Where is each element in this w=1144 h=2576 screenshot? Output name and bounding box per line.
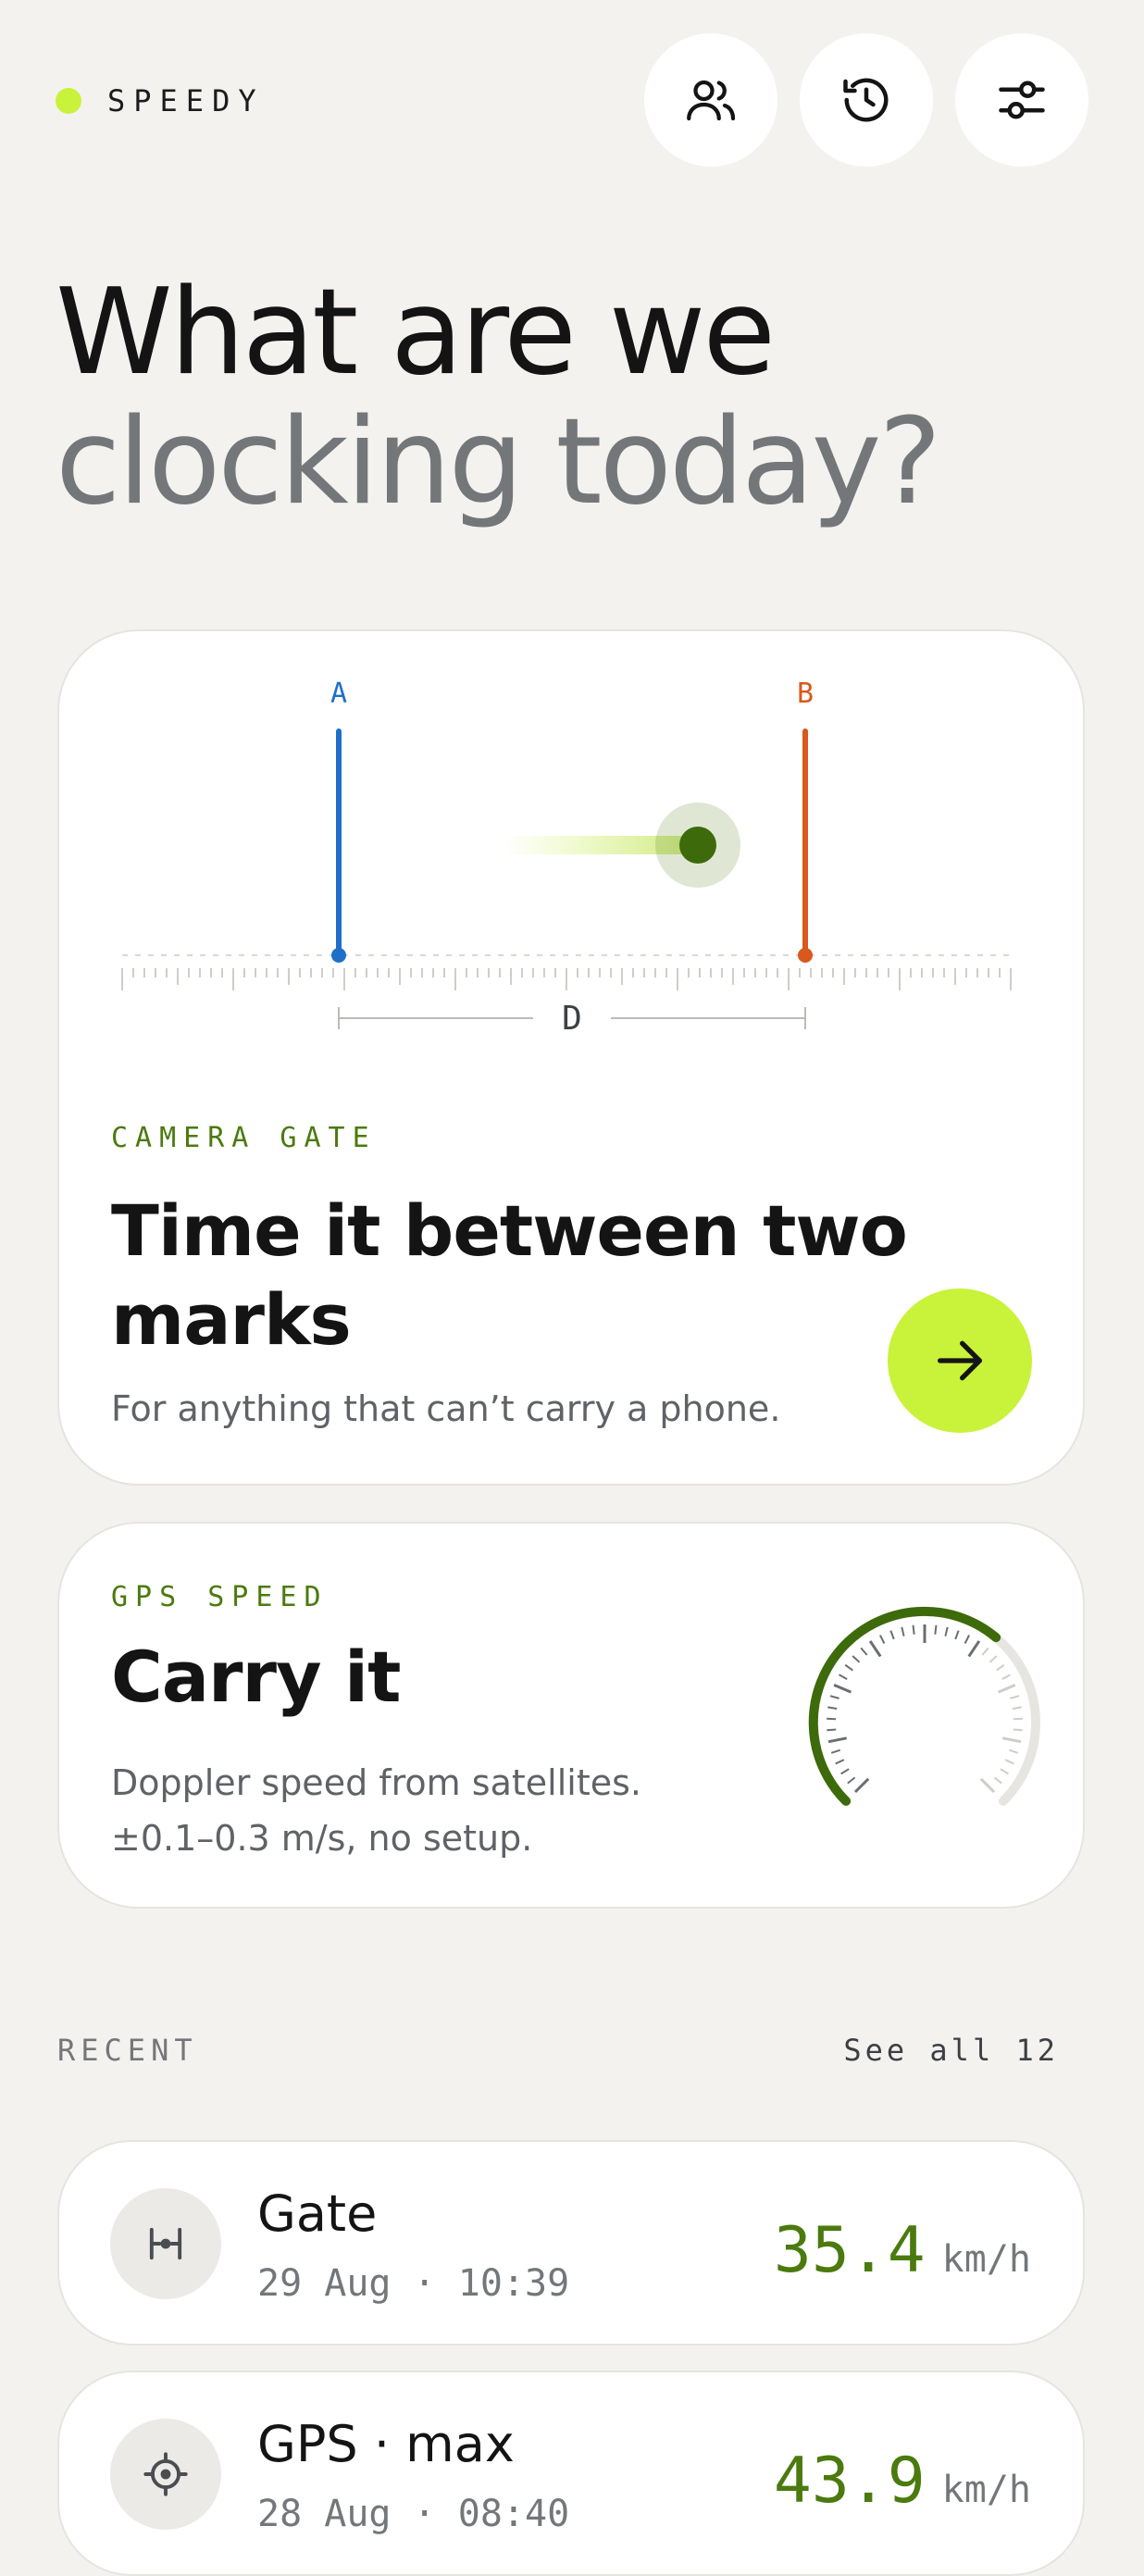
recent-item-speed: 35.4 km/h (774, 2214, 1031, 2287)
gate-title: Time it between two marks (111, 1187, 907, 1364)
recent-item-gate[interactable]: Gate 29 Aug · 10:39 35.4 km/h (57, 2140, 1085, 2346)
recent-item-unit: km/h (942, 2469, 1031, 2511)
recent-item-unit: km/h (942, 2238, 1031, 2281)
gps-subtitle: Doppler speed from satellites. ±0.1–0.3 … (111, 1755, 641, 1866)
gate-eyebrow: CAMERA GATE (111, 1122, 377, 1154)
gps-subtitle-line-2: ±0.1–0.3 m/s, no setup. (111, 1818, 532, 1859)
gps-eyebrow: GPS SPEED (111, 1581, 329, 1613)
mark-a-dot (331, 948, 346, 963)
hero-line-1: What are we (56, 268, 939, 398)
brand: SPEEDY (56, 83, 265, 118)
users-button[interactable] (644, 33, 777, 167)
mark-b-dot (798, 948, 813, 963)
start-gate-button[interactable] (888, 1288, 1032, 1433)
gate-title-line-2: marks (111, 1278, 351, 1361)
recent-item-value: 43.9 (774, 2445, 926, 2518)
crosshair-icon (142, 2450, 190, 2498)
recent-item-icon-wrap (110, 2188, 221, 2299)
ruler (122, 955, 1016, 990)
camera-gate-card[interactable]: A B D CAMERA GATE Time it between two ma… (57, 629, 1085, 1486)
app-name: SPEEDY (107, 83, 265, 118)
gps-speed-card[interactable]: GPS SPEED Carry it Doppler speed from sa… (57, 1522, 1085, 1909)
gate-title-line-1: Time it between two (111, 1189, 907, 1272)
gate-icon (142, 2220, 190, 2268)
recent-item-gps-max[interactable]: GPS · max 28 Aug · 08:40 43.9 km/h (57, 2371, 1085, 2576)
brand-dot (56, 88, 81, 114)
recent-label: RECENT (57, 2033, 198, 2068)
sliders-icon (994, 72, 1050, 128)
hero-line-2: clocking today? (56, 398, 939, 528)
recent-item-value: 35.4 (774, 2214, 926, 2287)
recent-item-icon-wrap (110, 2419, 221, 2530)
speedometer-gauge (772, 1579, 1068, 1838)
hero-heading: What are we clocking today? (56, 268, 939, 528)
settings-button[interactable] (955, 33, 1088, 167)
moving-object-dot (679, 827, 716, 864)
gps-title: Carry it (111, 1633, 400, 1722)
mark-a-label: A (330, 678, 347, 710)
recent-item-title: Gate (257, 2184, 377, 2243)
gate-diagram: A B D (59, 631, 1083, 1057)
recent-item-meta: 28 Aug · 08:40 (257, 2493, 569, 2535)
users-icon (683, 72, 739, 128)
recent-item-speed: 43.9 km/h (774, 2445, 1031, 2518)
distance-label: D (562, 1000, 582, 1038)
gate-subtitle: For anything that can’t carry a phone. (111, 1381, 780, 1437)
history-button[interactable] (800, 33, 933, 167)
gps-subtitle-line-1: Doppler speed from satellites. (111, 1762, 641, 1803)
history-icon (839, 72, 894, 128)
mark-b-label: B (797, 678, 814, 710)
recent-item-meta: 29 Aug · 10:39 (257, 2262, 569, 2305)
recent-item-title: GPS · max (257, 2415, 515, 2473)
see-all-link[interactable]: See all 12 (843, 2033, 1059, 2068)
arrow-right-icon (930, 1331, 989, 1390)
